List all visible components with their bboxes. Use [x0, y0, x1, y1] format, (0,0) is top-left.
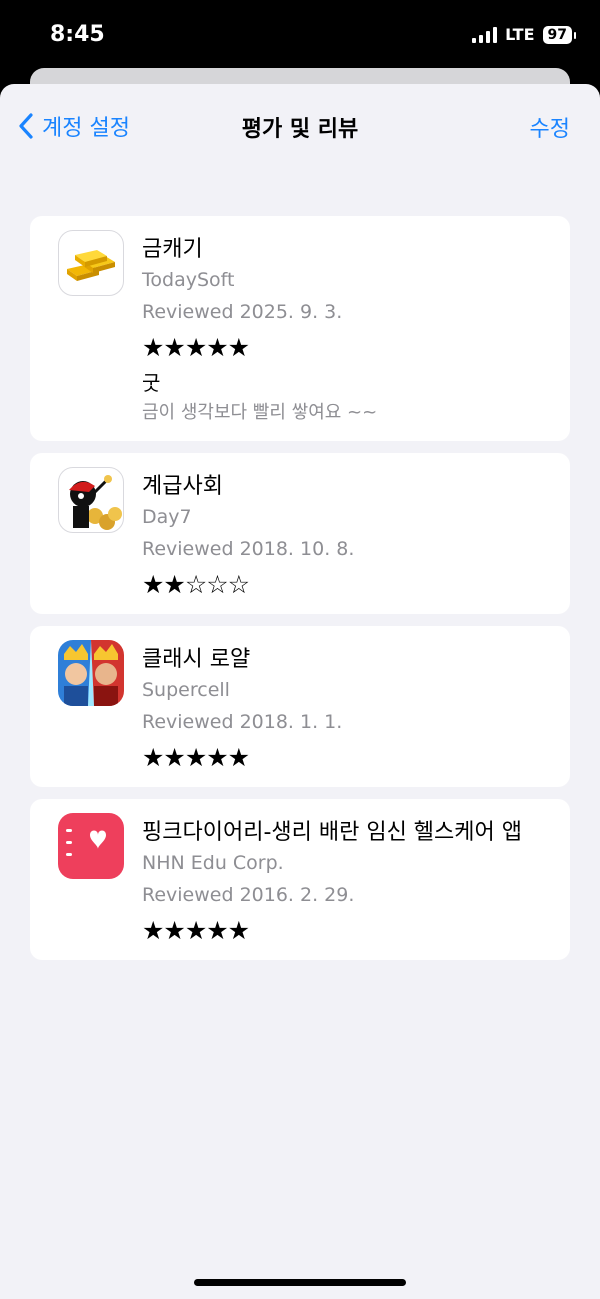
battery-icon: 97	[542, 25, 577, 44]
developer-name: Supercell	[142, 679, 230, 701]
app-name: 클래시 로얄	[142, 647, 251, 672]
game-character-app-icon	[58, 467, 124, 533]
review-card[interactable]: 클래시 로얄 Supercell Reviewed 2018. 1. 1. ★★…	[30, 626, 570, 787]
navigation-bar: 계정 설정 평가 및 리뷰 수정	[0, 84, 600, 164]
clash-royale-app-icon	[58, 640, 124, 706]
cellular-signal-icon	[472, 26, 498, 43]
app-name: 계급사회	[142, 474, 223, 499]
review-card[interactable]: 계급사회 Day7 Reviewed 2018. 10. 8. ★★☆☆☆	[30, 453, 570, 614]
review-card[interactable]: 핑크다이어리-생리 배란 임신 헬스케어 앱 NHN Edu Corp. Rev…	[30, 799, 570, 960]
review-date: Reviewed 2016. 2. 29.	[142, 884, 355, 906]
status-indicators: LTE 97	[472, 25, 577, 44]
edit-button[interactable]: 수정	[530, 111, 570, 143]
star-rating: ★★★★★	[142, 333, 250, 362]
app-name: 핑크다이어리-생리 배란 임신 헬스케어 앱	[142, 820, 522, 845]
network-type: LTE	[505, 25, 535, 44]
status-bar: 8:45 LTE 97	[0, 0, 600, 70]
pink-diary-app-icon	[58, 813, 124, 879]
app-name: 금캐기	[142, 237, 203, 262]
star-rating: ★★★★★	[142, 743, 250, 772]
developer-name: TodaySoft	[142, 269, 235, 291]
ratings-reviews-sheet: 계정 설정 평가 및 리뷰 수정 금캐기 TodaySoft Reviewed …	[0, 84, 600, 1299]
review-date: Reviewed 2018. 1. 1.	[142, 711, 343, 733]
review-date: Reviewed 2018. 10. 8.	[142, 538, 355, 560]
status-time: 8:45	[50, 22, 105, 47]
review-title: 굿	[142, 371, 161, 395]
review-card[interactable]: 금캐기 TodaySoft Reviewed 2025. 9. 3. ★★★★★…	[30, 216, 570, 441]
home-indicator[interactable]	[194, 1279, 406, 1286]
review-body: 금이 생각보다 빨리 쌓여요 ~~	[142, 402, 378, 423]
developer-name: Day7	[142, 506, 192, 528]
review-date: Reviewed 2025. 9. 3.	[142, 301, 343, 323]
gold-bars-app-icon	[58, 230, 124, 296]
star-rating: ★★☆☆☆	[142, 570, 250, 599]
developer-name: NHN Edu Corp.	[142, 852, 284, 874]
star-rating: ★★★★★	[142, 916, 250, 945]
page-title: 평가 및 리뷰	[241, 117, 359, 142]
